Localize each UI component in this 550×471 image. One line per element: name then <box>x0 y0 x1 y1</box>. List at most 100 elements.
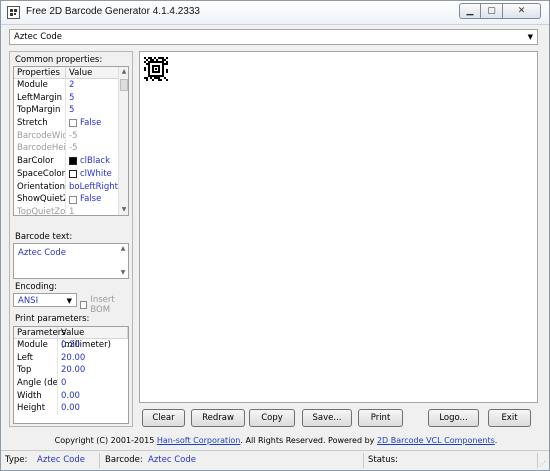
checkbox-icon[interactable] <box>80 301 88 309</box>
close-button[interactable]: ✕ <box>503 3 541 19</box>
window-title: Free 2D Barcode Generator 4.1.4.2333 <box>26 6 200 17</box>
barcode-text-scrollbar[interactable]: ▲ ▼ <box>118 244 128 278</box>
property-value[interactable]: 2 <box>66 79 119 92</box>
property-value-text: 2 <box>69 80 75 90</box>
property-row[interactable]: Orientation boLeftRight <box>14 180 128 194</box>
encoding-select[interactable]: ANSI ▼ <box>13 293 77 307</box>
property-value-text: boLeftRight <box>69 181 118 192</box>
property-name: BarcodeWidth <box>14 129 66 143</box>
resize-grip-icon[interactable]: ⋰ <box>539 460 547 468</box>
copyright-suffix: . <box>494 436 498 445</box>
property-name: BarcodeHeight <box>14 142 66 156</box>
print-parameter-row[interactable]: Left 20.00 <box>14 351 128 365</box>
color-swatch-icon <box>69 157 77 166</box>
property-value[interactable]: -5 <box>66 142 119 155</box>
vcl-components-link[interactable]: 2D Barcode VCL Components <box>377 436 495 445</box>
aztec-barcode-image <box>144 57 168 81</box>
scroll-up-icon[interactable]: ▲ <box>118 244 128 254</box>
property-value-text: False <box>80 118 102 129</box>
print-button[interactable]: Print <box>358 409 403 427</box>
chevron-down-icon[interactable]: ▼ <box>528 33 533 41</box>
common-properties-scrollbar[interactable]: ▲ ▼ <box>118 67 128 215</box>
property-value[interactable]: 5 <box>66 104 119 117</box>
parameter-name: Top <box>14 364 58 378</box>
parameter-name: Angle (de… <box>14 377 58 390</box>
scroll-down-icon[interactable]: ▼ <box>119 205 128 215</box>
column-header-value-mm: Value (millimeter) <box>58 327 128 350</box>
property-value[interactable]: boLeftRight <box>66 181 119 194</box>
parameter-value[interactable]: 20.00 <box>58 352 128 365</box>
property-value[interactable]: clBlack <box>66 155 119 168</box>
barcode-type-value: Aztec Code <box>14 32 62 42</box>
common-properties-rows: Module 2 LeftMargin 5 TopMargin 5 Stretch False… <box>14 79 128 216</box>
window-controls: ▁ ▢ ✕ <box>459 3 541 19</box>
han-soft-link[interactable]: Han-soft Corporation <box>157 436 241 445</box>
minimize-button[interactable]: ▁ <box>459 3 481 19</box>
property-row[interactable]: Stretch False <box>14 117 128 130</box>
property-value[interactable]: 5 <box>66 92 119 105</box>
property-value-text: False <box>80 194 102 205</box>
barcode-type-select[interactable]: Aztec Code ▼ <box>9 29 538 45</box>
column-header-properties: Properties <box>14 67 66 78</box>
insert-bom-checkbox[interactable]: Insert BOM <box>80 295 132 315</box>
property-row[interactable]: ShowQuietZ… False <box>14 193 128 206</box>
save-button[interactable]: Save... <box>302 409 352 427</box>
scroll-thumb[interactable] <box>120 79 128 91</box>
print-parameter-row[interactable]: Angle (de…0 <box>14 377 128 390</box>
parameter-value[interactable]: 0.20 <box>58 339 128 352</box>
maximize-icon: ▢ <box>487 6 496 16</box>
parameter-value[interactable]: 0.00 <box>58 390 128 403</box>
property-row[interactable]: BarcodeWidth-5 <box>14 129 128 143</box>
property-row[interactable]: LeftMargin 5 <box>14 91 128 105</box>
maximize-button[interactable]: ▢ <box>481 3 503 19</box>
title-bar[interactable]: Free 2D Barcode Generator 4.1.4.2333 ▁ ▢… <box>1 1 549 25</box>
property-value[interactable]: clWhite <box>66 168 119 181</box>
property-value-text: clWhite <box>80 168 112 179</box>
property-value[interactable]: 1 <box>66 206 119 216</box>
parameter-value[interactable]: 0 <box>58 377 128 390</box>
print-parameter-row[interactable]: Width 0.00 <box>14 389 128 403</box>
status-divider <box>537 453 538 468</box>
property-row[interactable]: TopQuietZone1 <box>14 205 128 216</box>
parameter-value[interactable]: 20.00 <box>58 364 128 377</box>
encoding-value: ANSI <box>18 296 39 306</box>
clear-button[interactable]: Clear <box>142 409 185 427</box>
barcode-text-label: Barcode text: <box>15 232 73 242</box>
common-properties-grid[interactable]: Properties Value Module 2 LeftMargin 5 TopMa… <box>13 66 129 216</box>
encoding-label: Encoding: <box>15 282 58 292</box>
property-value[interactable]: False <box>66 117 119 130</box>
property-row[interactable]: BarColor clBlack <box>14 155 128 168</box>
property-value[interactable]: -5 <box>66 130 119 143</box>
checkbox-icon[interactable] <box>69 195 77 204</box>
status-divider <box>363 453 364 468</box>
copy-button[interactable]: Copy <box>249 409 295 427</box>
property-row[interactable]: SpaceColor clWhite <box>14 167 128 181</box>
chevron-down-icon[interactable]: ▼ <box>67 297 72 305</box>
print-parameter-row[interactable]: Top 20.00 <box>14 364 128 378</box>
print-parameters-header: Parameters Value (millimeter) <box>14 327 128 350</box>
status-barcode-label: Barcode: <box>105 455 143 465</box>
checkbox-icon[interactable] <box>69 119 77 128</box>
print-parameter-row[interactable]: Module 0.20 <box>14 339 128 352</box>
main-window: Free 2D Barcode Generator 4.1.4.2333 ▁ ▢… <box>0 0 550 471</box>
status-bar: Type: Aztec Code Barcode: Aztec Code Sta… <box>1 450 549 470</box>
print-parameters-label: Print parameters: <box>15 314 90 324</box>
status-type-value: Aztec Code <box>37 455 85 465</box>
scroll-up-icon[interactable]: ▲ <box>119 67 128 77</box>
status-barcode-value: Aztec Code <box>148 455 196 465</box>
exit-button[interactable]: Exit <box>488 409 531 427</box>
logo-button[interactable]: Logo... <box>428 409 479 427</box>
property-row[interactable]: TopMargin 5 <box>14 104 128 118</box>
barcode-text-input[interactable]: Aztec Code ▲ ▼ <box>13 243 129 279</box>
property-value-text: 1 <box>69 206 75 216</box>
status-type-label: Type: <box>5 455 28 465</box>
property-name: BarColor <box>14 155 66 168</box>
barcode-text-value: Aztec Code <box>18 248 66 258</box>
property-value[interactable]: False <box>66 193 119 206</box>
property-value-text: 5 <box>69 105 75 116</box>
property-row[interactable]: Module 2 <box>14 79 128 92</box>
redraw-button[interactable]: Redraw <box>191 409 245 427</box>
property-row[interactable]: BarcodeHeight-5 <box>14 142 128 156</box>
scroll-down-icon[interactable]: ▼ <box>118 268 128 278</box>
property-name: TopMargin <box>14 104 66 118</box>
